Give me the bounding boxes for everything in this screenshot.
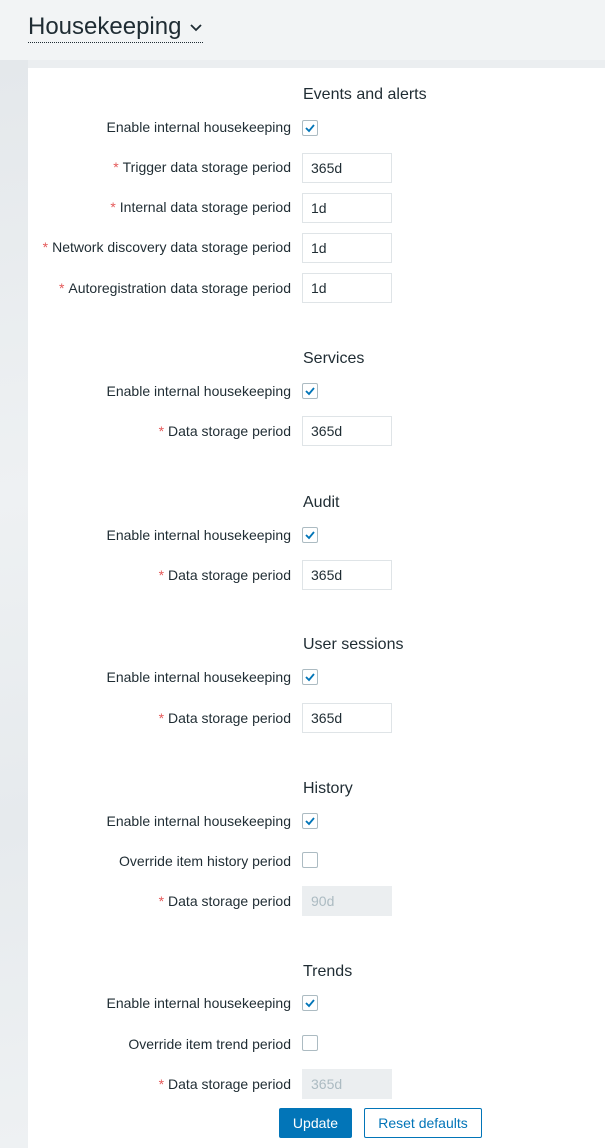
trends-override-label: Override item trend period <box>128 1036 291 1052</box>
reset-defaults-button[interactable]: Reset defaults <box>364 1108 482 1138</box>
check-icon <box>305 124 315 133</box>
trends-period-input: 365d <box>302 1069 392 1099</box>
section-title-audit: Audit <box>303 494 340 511</box>
required-marker: * <box>158 567 165 583</box>
user-sessions-enable-checkbox[interactable] <box>302 669 318 685</box>
trends-period-label: * Data storage period <box>158 1076 291 1092</box>
audit-period-input[interactable]: 365d <box>302 560 392 590</box>
network-period-label: * Network discovery data storage period <box>42 239 291 255</box>
required-marker: * <box>158 1076 165 1092</box>
page-title-dropdown[interactable]: Housekeeping <box>28 12 204 43</box>
trigger-period-input[interactable]: 365d <box>302 153 392 183</box>
chevron-down-icon <box>190 23 203 31</box>
section-title-events: Events and alerts <box>303 86 427 103</box>
page-background-side <box>0 60 28 1148</box>
trends-enable-label: Enable internal housekeeping <box>106 995 291 1011</box>
services-enable-checkbox[interactable] <box>302 383 318 399</box>
page-title: Housekeeping <box>28 12 182 40</box>
user-sessions-period-label: * Data storage period <box>158 710 291 726</box>
history-period-label: * Data storage period <box>158 893 291 909</box>
page-header: Housekeeping <box>28 10 204 44</box>
services-period-label: * Data storage period <box>158 423 291 439</box>
required-marker: * <box>158 710 165 726</box>
services-period-input[interactable]: 365d <box>302 416 392 446</box>
check-icon <box>305 999 315 1008</box>
internal-period-label: * Internal data storage period <box>110 199 291 215</box>
section-title-history: History <box>303 780 353 797</box>
check-icon <box>305 673 315 682</box>
user-sessions-enable-label: Enable internal housekeeping <box>106 669 291 685</box>
audit-period-label: * Data storage period <box>158 567 291 583</box>
required-marker: * <box>58 280 65 296</box>
history-override-checkbox[interactable] <box>302 852 318 868</box>
services-enable-label: Enable internal housekeeping <box>106 383 291 399</box>
audit-enable-label: Enable internal housekeeping <box>106 527 291 543</box>
update-button[interactable]: Update <box>279 1108 352 1138</box>
housekeeping-form <box>28 68 605 1148</box>
audit-enable-checkbox[interactable] <box>302 527 318 543</box>
check-icon <box>305 531 315 540</box>
section-title-trends: Trends <box>303 963 353 980</box>
events-enable-label: Enable internal housekeeping <box>106 119 291 135</box>
trigger-period-label: * Trigger data storage period <box>113 159 291 175</box>
internal-period-input[interactable]: 1d <box>302 193 392 223</box>
events-enable-checkbox[interactable] <box>302 120 318 136</box>
required-marker: * <box>158 423 165 439</box>
history-enable-label: Enable internal housekeeping <box>106 813 291 829</box>
required-marker: * <box>42 239 49 255</box>
section-title-services: Services <box>303 350 365 367</box>
network-period-input[interactable]: 1d <box>302 233 392 263</box>
required-marker: * <box>113 159 119 175</box>
section-title-user-sessions: User sessions <box>303 636 404 653</box>
trends-override-checkbox[interactable] <box>302 1035 318 1051</box>
trends-enable-checkbox[interactable] <box>302 995 318 1011</box>
required-marker: * <box>158 893 165 909</box>
autoreg-period-label: * Autoregistration data storage period <box>58 280 291 296</box>
history-override-label: Override item history period <box>119 853 291 869</box>
required-marker: * <box>110 199 116 215</box>
history-enable-checkbox[interactable] <box>302 813 318 829</box>
check-icon <box>305 817 315 826</box>
check-icon <box>305 387 315 396</box>
user-sessions-period-input[interactable]: 365d <box>302 703 392 733</box>
history-period-input: 90d <box>302 886 392 916</box>
autoreg-period-input[interactable]: 1d <box>302 273 392 303</box>
